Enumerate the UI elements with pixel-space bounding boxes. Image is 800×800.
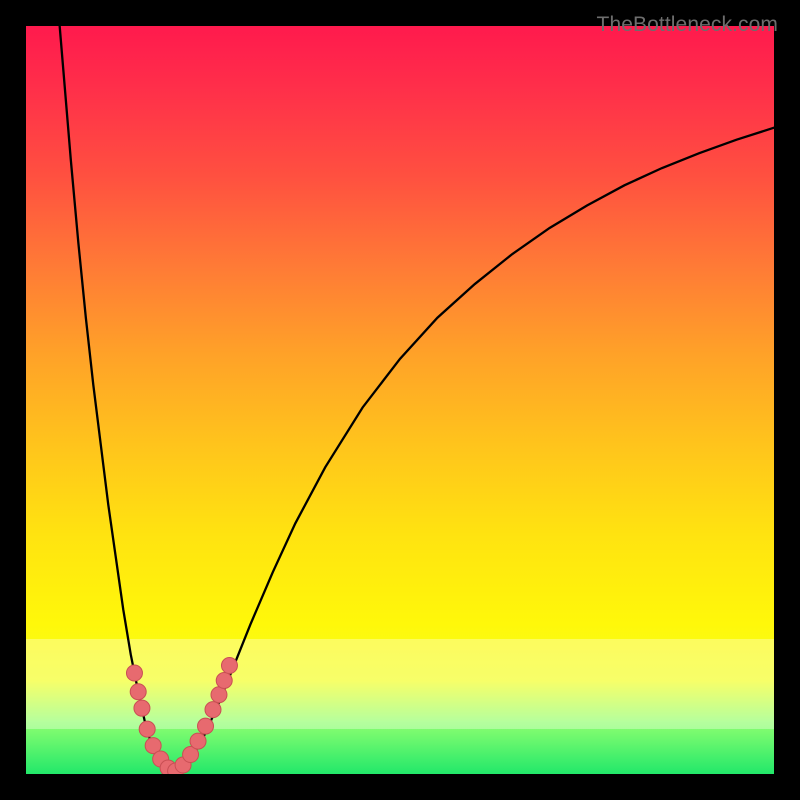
marker-point xyxy=(211,687,227,703)
markers-group xyxy=(126,658,237,774)
watermark-text: TheBottleneck.com xyxy=(597,13,778,37)
chart-container: TheBottleneck.com xyxy=(0,0,800,800)
marker-point xyxy=(190,733,206,749)
marker-point xyxy=(221,658,237,674)
marker-point xyxy=(198,718,214,734)
marker-point xyxy=(216,673,232,689)
marker-point xyxy=(126,665,142,681)
marker-point xyxy=(205,702,221,718)
marker-point xyxy=(130,684,146,700)
marker-point xyxy=(139,721,155,737)
plot-area xyxy=(26,26,774,774)
curve-svg xyxy=(26,26,774,774)
bottleneck-curve xyxy=(60,26,774,774)
marker-point xyxy=(134,700,150,716)
